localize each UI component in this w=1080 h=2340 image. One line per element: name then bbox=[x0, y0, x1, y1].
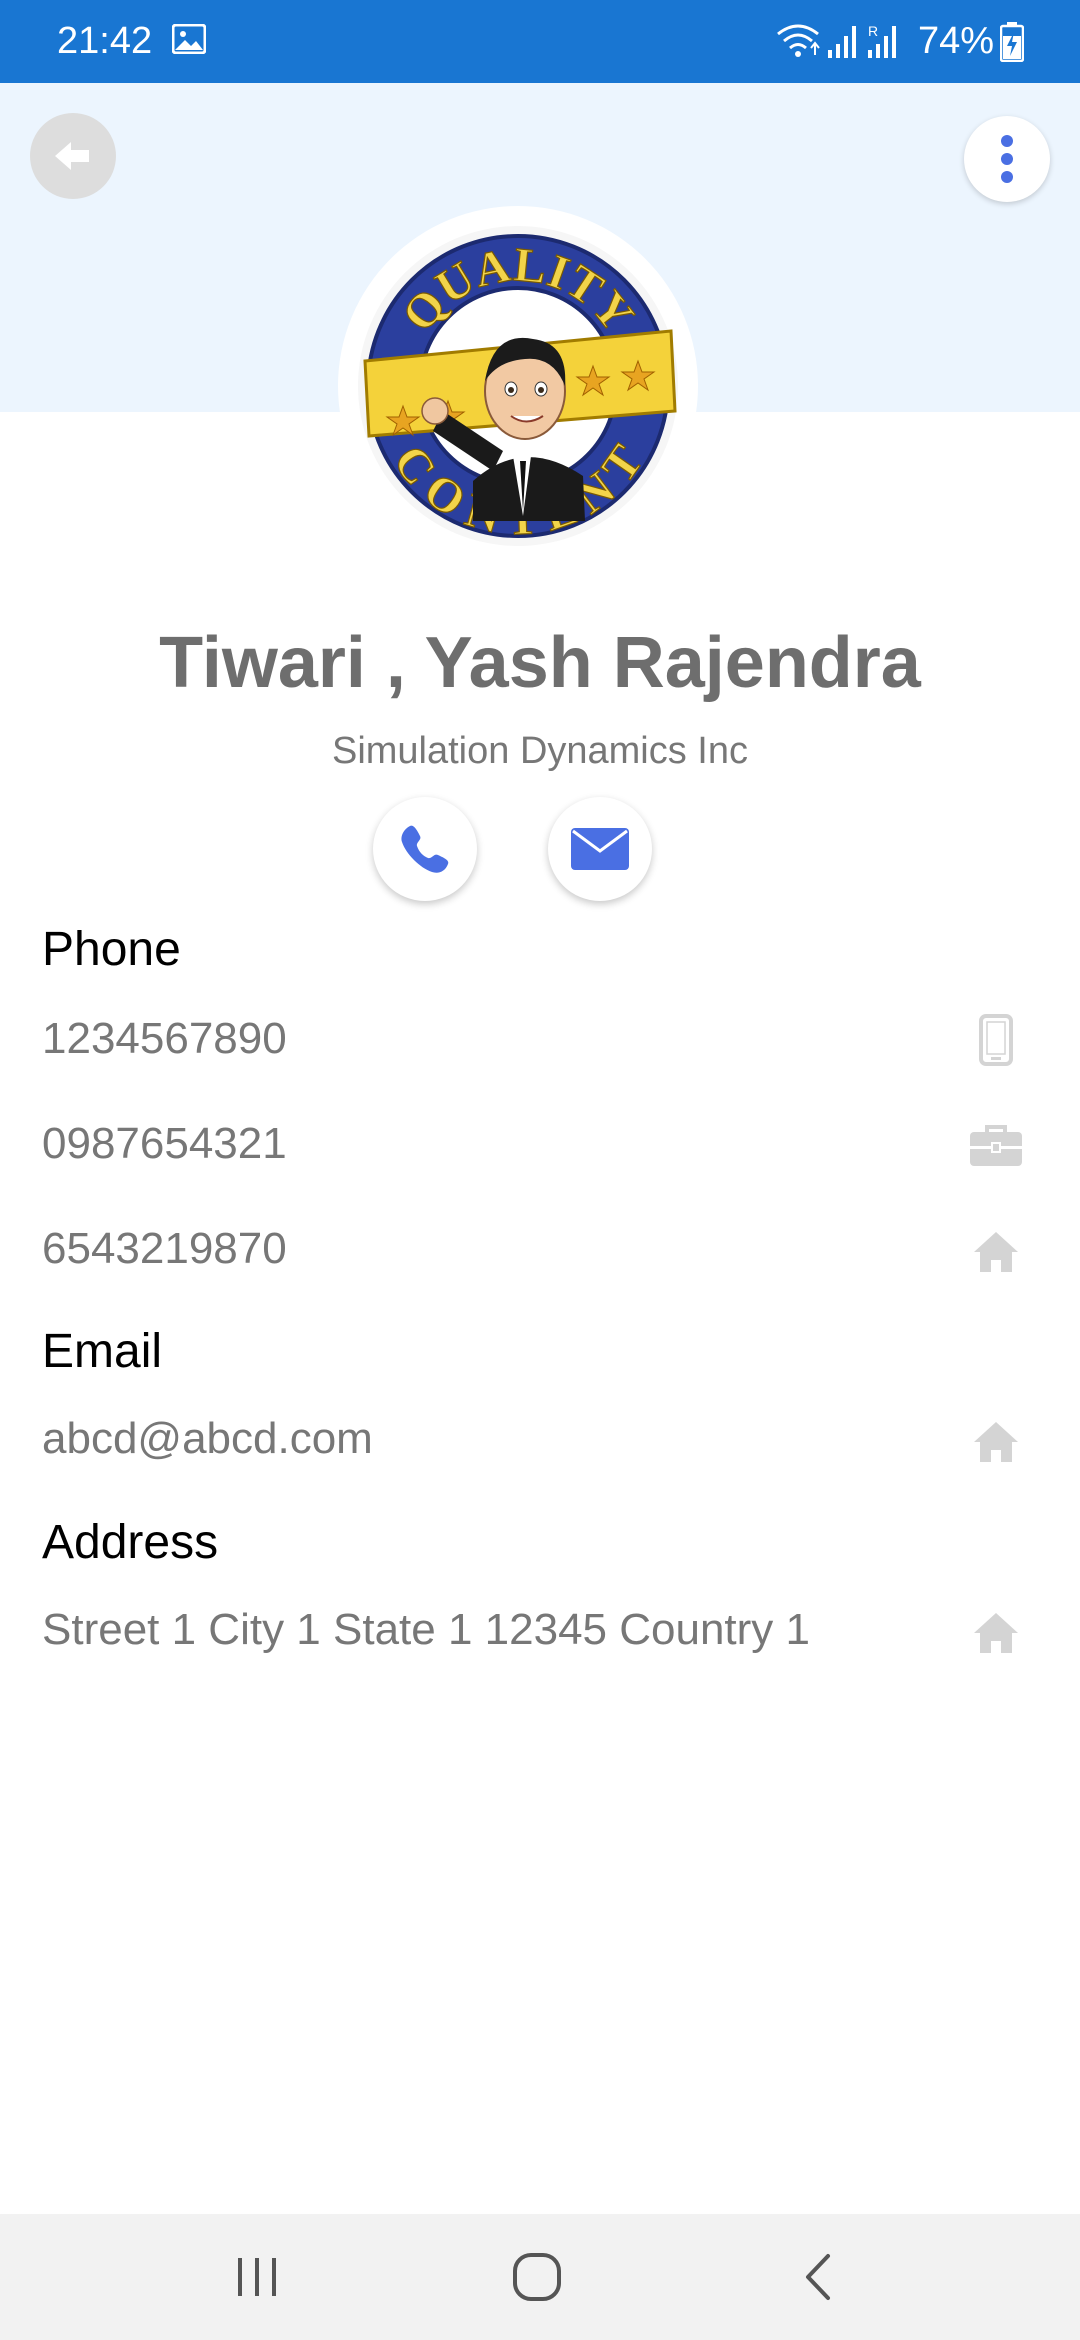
email-section-title: Email bbox=[42, 1325, 163, 1378]
recents-icon[interactable] bbox=[232, 2254, 282, 2300]
phone-icon bbox=[401, 825, 449, 873]
avatar: QUALITY CONTENT bbox=[338, 206, 698, 566]
phone-work-value[interactable]: 0987654321 bbox=[42, 1119, 287, 1169]
back-chevron-icon[interactable] bbox=[800, 2250, 836, 2304]
signal-roaming-icon: R bbox=[868, 23, 896, 58]
battery-percent: 74% bbox=[918, 20, 995, 62]
email-button[interactable] bbox=[548, 797, 652, 901]
phone-home-value[interactable]: 6543219870 bbox=[42, 1224, 287, 1274]
phone-section-title: Phone bbox=[42, 923, 181, 976]
wifi-icon bbox=[777, 24, 820, 57]
address-value[interactable]: Street 1 City 1 State 1 12345 Country 1 bbox=[42, 1605, 810, 1655]
signal-icon bbox=[828, 26, 856, 58]
battery-charging-icon bbox=[1000, 22, 1024, 62]
arrow-left-icon bbox=[55, 142, 89, 170]
status-bar: 21:42 R 74% bbox=[0, 0, 1080, 83]
more-options-button[interactable] bbox=[964, 116, 1050, 202]
contact-company: Simulation Dynamics Inc bbox=[331, 730, 749, 772]
image-icon bbox=[172, 24, 206, 54]
envelope-icon bbox=[571, 828, 629, 870]
home-icon bbox=[968, 1224, 1024, 1280]
quality-content-badge-avatar: QUALITY CONTENT bbox=[358, 226, 678, 546]
home-icon bbox=[968, 1605, 1024, 1661]
phone-mobile-value[interactable]: 1234567890 bbox=[42, 1014, 287, 1064]
home-circle-icon[interactable] bbox=[510, 2250, 564, 2304]
mobile-phone-icon bbox=[968, 1012, 1024, 1068]
back-button[interactable] bbox=[30, 113, 116, 199]
contact-name: Tiwari , Yash Rajendra bbox=[159, 623, 921, 703]
briefcase-icon bbox=[968, 1118, 1024, 1174]
address-section-title: Address bbox=[42, 1516, 219, 1569]
more-vert-icon bbox=[1001, 135, 1013, 183]
call-button[interactable] bbox=[373, 797, 477, 901]
home-icon bbox=[968, 1414, 1024, 1470]
email-value[interactable]: abcd@abcd.com bbox=[42, 1414, 373, 1464]
status-time: 21:42 bbox=[57, 20, 153, 62]
svg-text:R: R bbox=[868, 23, 878, 39]
